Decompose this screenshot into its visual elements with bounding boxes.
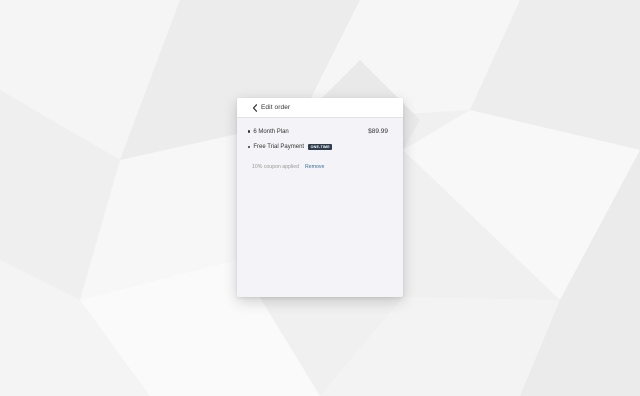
edit-order-back-link[interactable]: Edit order: [237, 98, 403, 118]
chevron-left-icon: [252, 103, 258, 112]
order-summary-card: Edit order 6 Month Plan $89.99 Free Tria…: [237, 98, 403, 297]
bullet-icon: [248, 130, 251, 133]
coupon-applied-text: 10% coupon applied: [252, 164, 300, 170]
coupon-row: 10% coupon applied Remove: [252, 164, 324, 170]
order-line-item: Free Trial Payment ONE-TIME: [248, 144, 388, 151]
order-line-item: 6 Month Plan $89.99: [248, 128, 388, 135]
trial-payment-label: Free Trial Payment: [253, 144, 305, 151]
edit-order-label: Edit order: [261, 104, 291, 111]
plan-name: 6 Month Plan: [253, 128, 289, 135]
one-time-badge: ONE-TIME: [308, 144, 333, 151]
remove-coupon-link[interactable]: Remove: [305, 164, 324, 170]
bullet-icon: [248, 145, 251, 149]
plan-price: $89.99: [368, 128, 388, 135]
